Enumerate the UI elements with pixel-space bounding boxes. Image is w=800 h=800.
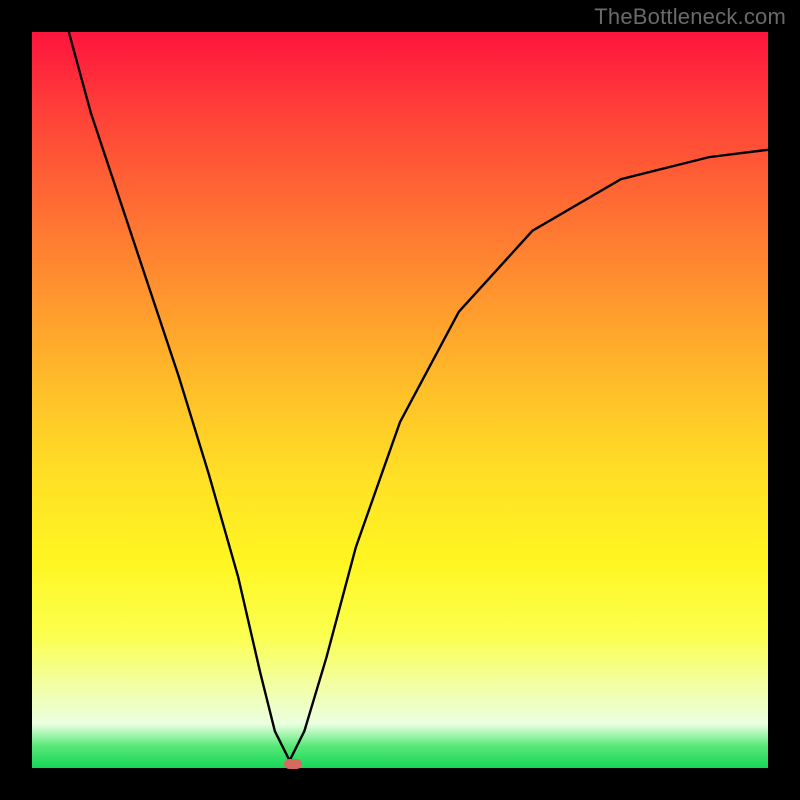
plot-area xyxy=(32,32,768,768)
watermark-text: TheBottleneck.com xyxy=(594,4,786,30)
minimum-marker xyxy=(284,759,302,769)
bottleneck-curve-path xyxy=(69,32,768,761)
chart-frame: TheBottleneck.com xyxy=(0,0,800,800)
curve-svg xyxy=(32,32,768,768)
